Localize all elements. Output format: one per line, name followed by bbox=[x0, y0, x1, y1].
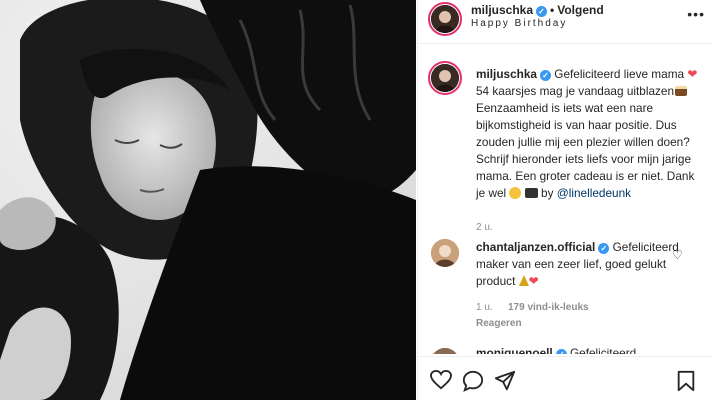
post-panel: miljuschka ✓ • Volgend Happy Birthday ••• m… bbox=[417, 0, 712, 400]
mention-link[interactable]: @linelledeunk bbox=[557, 186, 631, 200]
red-heart-emoji-icon: ❤ bbox=[528, 274, 539, 288]
verified-badge-icon: ✓ bbox=[536, 6, 548, 17]
party-emoji-icon bbox=[518, 275, 529, 286]
heart-icon[interactable] bbox=[430, 369, 452, 393]
caption-username[interactable]: miljuschka bbox=[476, 67, 537, 81]
cake-emoji-icon bbox=[675, 86, 688, 96]
comment-body: Gefeliciteerd bbox=[569, 346, 637, 354]
comment-icon[interactable] bbox=[462, 370, 484, 395]
location-subtitle[interactable]: Happy Birthday bbox=[471, 18, 567, 29]
verified-badge-icon: ✓ bbox=[539, 70, 551, 81]
more-options-icon[interactable]: ••• bbox=[687, 6, 705, 22]
comment-like-icon[interactable]: ♡ bbox=[672, 248, 683, 262]
reply-button[interactable]: Reageren bbox=[476, 318, 522, 329]
avatar[interactable] bbox=[431, 5, 459, 33]
verified-badge-icon: ✓ bbox=[598, 243, 610, 254]
comments-list[interactable]: miljuschka ✓ Gefeliciteerd lieve mama ❤ 5… bbox=[418, 46, 712, 354]
post-image bbox=[0, 0, 416, 400]
kiss-emoji-icon bbox=[509, 187, 522, 199]
share-icon[interactable] bbox=[494, 370, 516, 395]
comment-username[interactable]: moniquenoell bbox=[476, 346, 553, 354]
caption-line-2: 54 kaarsjes mag je vandaag uitblazen bbox=[476, 84, 675, 98]
action-bar bbox=[418, 356, 712, 400]
header-username[interactable]: miljuschka bbox=[471, 3, 533, 17]
post-photo[interactable] bbox=[0, 0, 416, 400]
commenter-avatar[interactable] bbox=[431, 348, 459, 354]
caption-line-1: Gefeliciteerd lieve mama bbox=[554, 67, 685, 81]
caption-by: by bbox=[541, 186, 554, 200]
header-user-line: miljuschka ✓ • Volgend bbox=[471, 3, 604, 17]
camera-emoji-icon bbox=[524, 188, 538, 198]
caption-time: 2 u. bbox=[476, 222, 493, 233]
red-heart-emoji-icon: ❤ bbox=[687, 67, 698, 81]
comment-likes[interactable]: 179 vind-ik-leuks bbox=[508, 302, 589, 313]
comment-username[interactable]: chantaljanzen.official bbox=[476, 240, 595, 254]
bookmark-icon[interactable] bbox=[676, 370, 696, 395]
comment-text: chantaljanzen.official ✓ Gefeliciteerd ma… bbox=[476, 239, 686, 290]
verified-badge-icon: ✓ bbox=[555, 349, 567, 354]
commenter-avatar[interactable] bbox=[431, 239, 459, 267]
post-header: miljuschka ✓ • Volgend Happy Birthday ••• bbox=[418, 0, 712, 44]
caption-avatar[interactable] bbox=[431, 64, 459, 92]
comment-time: 1 u. bbox=[476, 302, 493, 313]
separator-dot: • bbox=[550, 3, 555, 17]
follow-button[interactable]: Volgend bbox=[557, 3, 603, 17]
comment-text: moniquenoell✓ Gefeliciteerd bbox=[476, 346, 636, 354]
caption-text: miljuschka ✓ Gefeliciteerd lieve mama ❤ 5… bbox=[476, 66, 700, 202]
